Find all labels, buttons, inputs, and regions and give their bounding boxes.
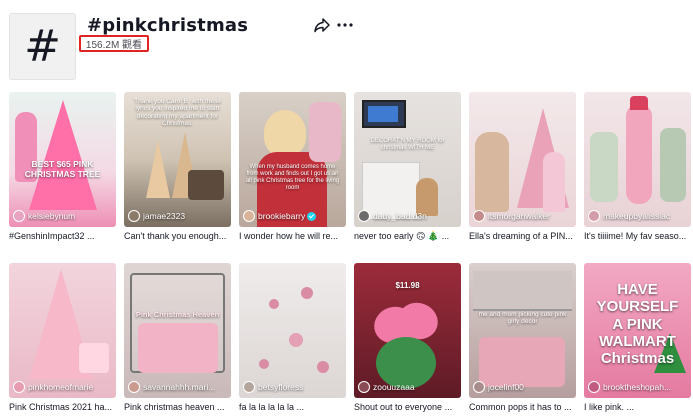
author-name: betsyfloress [258, 382, 304, 392]
video-thumbnail[interactable]: $11.98 zoouuzaaa [354, 263, 461, 398]
avatar [243, 381, 255, 393]
video-card[interactable]: BEST $65 PINK CHRISTMAS TREE kelsiebynum… [9, 92, 116, 241]
video-caption: I wonder how he will re... [239, 231, 339, 241]
author-name: zoouuzaaa [373, 382, 415, 392]
video-author: jamae2323 [128, 210, 228, 222]
video-author: savannahhh.mari... [128, 381, 228, 393]
video-caption: Ella's dreaming of a PIN... [469, 231, 573, 241]
video-card[interactable]: pinkhomeofmarie Pink Christmas 2021 ha..… [9, 263, 116, 412]
video-card[interactable]: betsyfloress fa la la la la la ... [239, 263, 346, 412]
video-overlay-text: DECORAT'N MY ROOM for christmas WITH ME [370, 138, 445, 151]
avatar [588, 381, 600, 393]
video-author: brookiebarry [243, 210, 343, 222]
author-name: kelsiebynum [28, 211, 76, 221]
avatar [473, 381, 485, 393]
video-caption: Shout out to everyone ... [354, 402, 453, 412]
author-name: itsmorganwalker [488, 211, 550, 221]
video-caption: #GenshinImpact32 ... [9, 231, 95, 241]
video-thumbnail[interactable]: BEST $65 PINK CHRISTMAS TREE kelsiebynum [9, 92, 116, 227]
page-title: #pinkchristmas [87, 15, 249, 36]
video-caption: never too early 🙃 🎄 ... [354, 231, 450, 241]
video-card[interactable]: itsmorganwalker Ella's dreaming of a PIN… [469, 92, 576, 241]
video-caption: Pink Christmas 2021 ha... [9, 402, 113, 412]
video-card[interactable]: DECORAT'N MY ROOM for christmas WITH ME … [354, 92, 461, 242]
author-name: brooktheshopah... [603, 382, 672, 392]
video-caption: Pink christmas heaven ... [124, 402, 225, 412]
video-card[interactable]: HAVE YOURSELF A PINK WALMART Christmas b… [584, 263, 691, 412]
video-thumbnail[interactable]: me and mom picking cute pink girly decor… [469, 263, 576, 398]
video-card[interactable]: When my husband comes home from work and… [239, 92, 346, 241]
video-overlay-text: Pink Christmas Heaven [135, 310, 220, 319]
video-thumbnail[interactable]: When my husband comes home from work and… [239, 92, 346, 227]
video-caption: fa la la la la la ... [239, 402, 305, 412]
video-overlay-text: BEST $65 PINK CHRISTMAS TREE [24, 159, 101, 179]
video-author: kelsiebynum [13, 210, 113, 222]
video-overlay-text: Thank you Carol B. with these lyrics you… [134, 98, 221, 128]
video-card[interactable]: $11.98 zoouuzaaa Shout out to everyone .… [354, 263, 461, 412]
author-name: dady_bad.d3n [373, 211, 427, 221]
avatar [588, 210, 600, 222]
hashtag-icon: # [24, 20, 61, 72]
video-author: brooktheshopah... [588, 381, 688, 393]
video-thumbnail[interactable]: DECORAT'N MY ROOM for christmas WITH ME … [354, 92, 461, 227]
video-overlay-text: When my husband comes home from work and… [245, 164, 340, 191]
avatar [358, 210, 370, 222]
video-overlay-text: HAVE YOURSELF A PINK WALMART Christmas [596, 281, 679, 367]
video-author: betsyfloress [243, 381, 343, 393]
video-author: zoouuzaaa [358, 381, 458, 393]
video-card[interactable]: Pink Christmas Heaven savannahhh.mari...… [124, 263, 231, 412]
video-author: pinkhomeofmarie [13, 381, 113, 393]
author-name: makeupbyalissiac [603, 211, 671, 221]
video-overlay-text: me and mom picking cute pink girly decor [478, 311, 567, 326]
video-card[interactable]: me and mom picking cute pink girly decor… [469, 263, 576, 412]
video-card[interactable]: Thank you Carol B. with these lyrics you… [124, 92, 231, 241]
avatar [128, 210, 140, 222]
avatar [243, 210, 255, 222]
share-icon[interactable] [313, 16, 331, 34]
video-thumbnail[interactable]: Thank you Carol B. with these lyrics you… [124, 92, 231, 227]
video-author: dady_bad.d3n [358, 210, 458, 222]
avatar [358, 381, 370, 393]
avatar [128, 381, 140, 393]
avatar [473, 210, 485, 222]
author-name: pinkhomeofmarie [28, 382, 94, 392]
verified-badge-icon [307, 211, 317, 221]
video-overlay-text: $11.98 [395, 281, 420, 290]
video-author: makeupbyalissiac [588, 210, 688, 222]
video-thumbnail[interactable]: Pink Christmas Heaven savannahhh.mari... [124, 263, 231, 398]
author-name: jocelinf00 [488, 382, 524, 392]
hashtag-icon-tile: # [9, 13, 76, 80]
view-count: 156.2M 觀看 [79, 35, 149, 52]
video-author: itsmorganwalker [473, 210, 573, 222]
video-caption: I like pink. ... [584, 402, 635, 412]
more-options-icon[interactable] [336, 16, 354, 34]
author-name: jamae2323 [143, 211, 186, 221]
video-thumbnail[interactable]: makeupbyalissiac [584, 92, 691, 227]
video-caption: Can't thank you enough... [124, 231, 227, 241]
video-caption: It's tiiiime! My fav seaso... [584, 231, 687, 241]
video-thumbnail[interactable]: betsyfloress [239, 263, 346, 398]
video-thumbnail[interactable]: HAVE YOURSELF A PINK WALMART Christmas b… [584, 263, 691, 398]
video-thumbnail[interactable]: itsmorganwalker [469, 92, 576, 227]
video-caption: Common pops it has to ... [469, 402, 572, 412]
author-name: savannahhh.mari... [143, 382, 216, 392]
video-author: jocelinf00 [473, 381, 573, 393]
avatar [13, 210, 25, 222]
video-card[interactable]: makeupbyalissiac It's tiiiime! My fav se… [584, 92, 691, 241]
author-name: brookiebarry [258, 211, 306, 221]
avatar [13, 381, 25, 393]
video-thumbnail[interactable]: pinkhomeofmarie [9, 263, 116, 398]
